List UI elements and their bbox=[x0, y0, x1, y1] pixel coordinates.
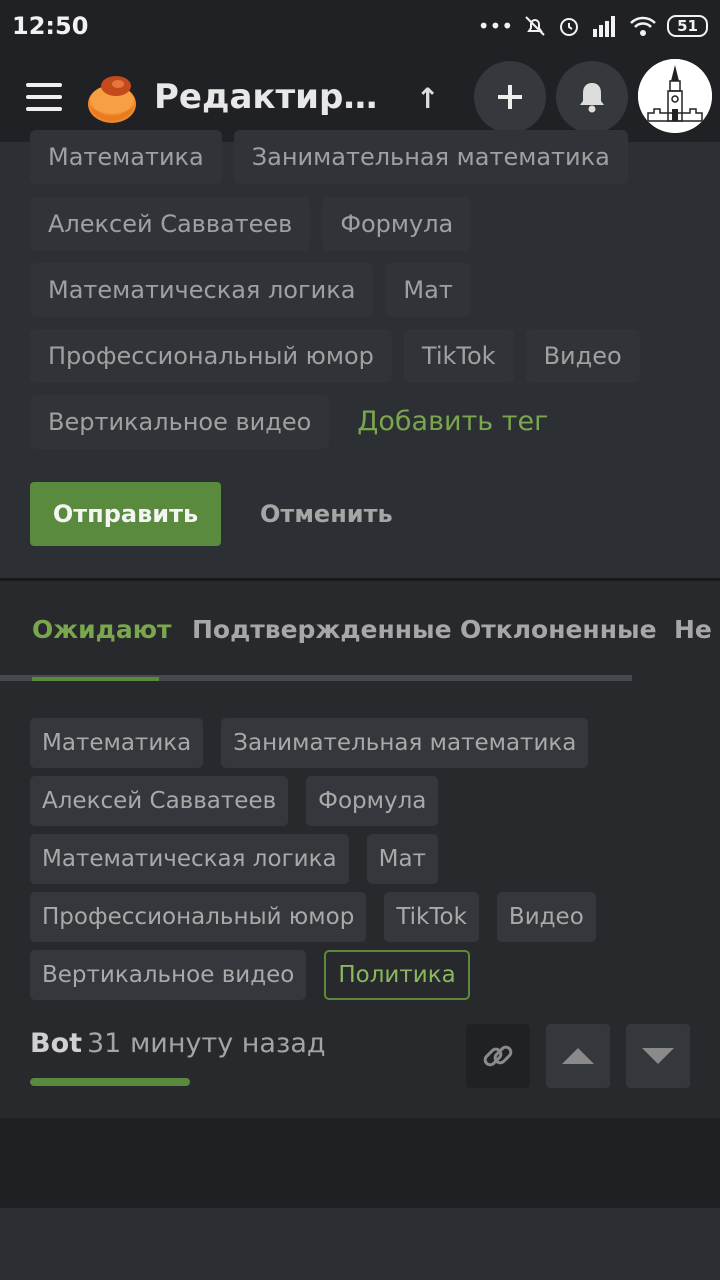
cancel-button[interactable]: Отменить bbox=[260, 482, 393, 546]
dots-icon: ••• bbox=[477, 14, 514, 38]
copy-link-button[interactable] bbox=[466, 1024, 530, 1088]
edit-tag[interactable]: Профессиональный юмор bbox=[30, 329, 392, 383]
edit-tag[interactable]: Математика bbox=[30, 130, 222, 184]
wifi-icon bbox=[630, 16, 657, 36]
pending-item: Математика Занимательная математика Алек… bbox=[0, 683, 720, 1118]
author-name[interactable]: Bot bbox=[30, 1028, 82, 1059]
tab-pending[interactable]: Ожидают bbox=[32, 615, 172, 644]
tag-row: Математическая логика Мат bbox=[30, 834, 438, 884]
upvote-button[interactable] bbox=[546, 1024, 610, 1088]
tag[interactable]: TikTok bbox=[384, 892, 479, 942]
edit-tag[interactable]: Математическая логика bbox=[30, 263, 374, 317]
tag-row: Вертикальное видео Политика bbox=[30, 950, 470, 1000]
edit-tag-row: Математика Занимательная математика bbox=[30, 130, 628, 184]
edit-tag-row: Математическая логика Мат bbox=[30, 263, 471, 317]
tag-row: Алексей Савватеев Формула bbox=[30, 776, 439, 826]
mute-icon bbox=[525, 16, 545, 36]
status-time: 12:50 bbox=[12, 12, 89, 40]
notifications-button[interactable] bbox=[556, 61, 628, 133]
edit-tags-panel: Математика Занимательная математика Алек… bbox=[0, 130, 720, 578]
status-tabs: Ожидают Подтвержденные Отклоненные Не п bbox=[0, 581, 720, 683]
bell-icon bbox=[580, 83, 604, 113]
submit-button[interactable]: Отправить bbox=[30, 482, 221, 546]
tab-not-checked[interactable]: Не п bbox=[674, 615, 720, 644]
tag[interactable]: Математика bbox=[30, 718, 204, 768]
app-header: Редактиров… ↑ bbox=[0, 52, 720, 142]
tag-row: Математика Занимательная математика bbox=[30, 718, 589, 768]
tag[interactable]: Формула bbox=[306, 776, 439, 826]
menu-icon[interactable] bbox=[26, 83, 62, 111]
edit-tag[interactable]: Алексей Савватеев bbox=[30, 197, 311, 251]
alarm-icon bbox=[560, 18, 579, 36]
battery-icon: 51 bbox=[667, 15, 708, 37]
edit-tag[interactable]: Мат bbox=[385, 263, 471, 317]
edit-tag[interactable]: Вертикальное видео bbox=[30, 395, 330, 449]
tag[interactable]: Занимательная математика bbox=[221, 718, 589, 768]
status-icons: ••• 51 bbox=[478, 14, 708, 38]
add-tag-link[interactable]: Добавить тег bbox=[341, 395, 548, 449]
tag[interactable]: Видео bbox=[496, 892, 596, 942]
tag[interactable]: Математическая логика bbox=[30, 834, 349, 884]
logo-icon[interactable] bbox=[82, 68, 140, 126]
tag[interactable]: Профессиональный юмор bbox=[30, 892, 367, 942]
tag[interactable]: Мат bbox=[366, 834, 438, 884]
page-title: Редактиров… bbox=[154, 77, 386, 117]
tab-rejected[interactable]: Отклоненные bbox=[460, 615, 657, 644]
avatar-kremlin bbox=[638, 59, 712, 133]
tag[interactable]: Алексей Савватеев bbox=[30, 776, 289, 826]
edit-tag[interactable]: Видео bbox=[525, 329, 640, 383]
status-bar: 12:50 ••• 51 bbox=[0, 0, 720, 52]
link-icon bbox=[483, 1045, 513, 1067]
timestamp: 31 минуту назад bbox=[87, 1028, 326, 1059]
plus-icon bbox=[498, 85, 522, 109]
edit-tag[interactable]: TikTok bbox=[403, 329, 514, 383]
tag-row: Профессиональный юмор TikTok Видео bbox=[30, 892, 596, 942]
active-tab-indicator bbox=[32, 677, 159, 681]
edit-tag-row: Вертикальное видео Добавить тег bbox=[30, 395, 548, 449]
avatar[interactable] bbox=[638, 59, 712, 133]
bottom-bar bbox=[0, 1208, 720, 1280]
page-background bbox=[0, 1118, 720, 1208]
add-post-button[interactable] bbox=[474, 61, 546, 133]
signal-icon bbox=[593, 16, 616, 37]
tab-approved[interactable]: Подтвержденные bbox=[192, 615, 452, 644]
author-rating-bar bbox=[30, 1078, 190, 1086]
edit-tag-row: Профессиональный юмор TikTok Видео bbox=[30, 329, 640, 383]
downvote-button[interactable] bbox=[626, 1024, 690, 1088]
edit-tag[interactable]: Формула bbox=[322, 197, 472, 251]
edit-tag-row: Алексей Савватеев Формула bbox=[30, 197, 472, 251]
up-arrow-icon[interactable]: ↑ bbox=[416, 82, 439, 115]
edit-tag[interactable]: Занимательная математика bbox=[233, 130, 628, 184]
triangle-down-icon bbox=[642, 1048, 674, 1064]
tag[interactable]: Вертикальное видео bbox=[30, 950, 307, 1000]
triangle-up-icon bbox=[562, 1048, 594, 1064]
new-tag[interactable]: Политика bbox=[324, 950, 470, 1000]
